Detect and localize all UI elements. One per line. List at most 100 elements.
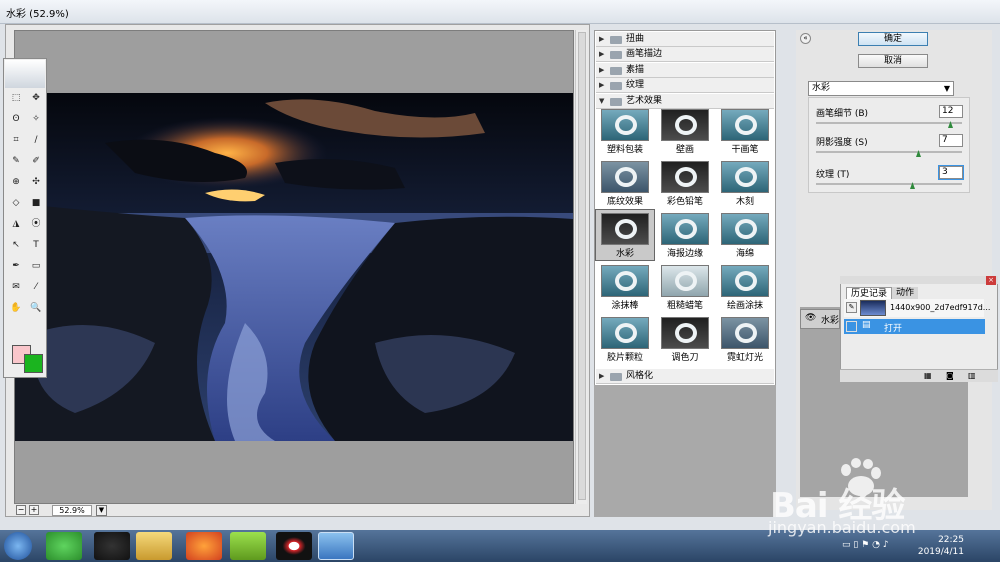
filter-thumbnail[interactable] xyxy=(661,161,709,193)
tool-icon[interactable]: ◇ xyxy=(7,196,25,210)
param-value-input[interactable]: 12 xyxy=(939,105,963,118)
tool-icon[interactable]: 🔍 xyxy=(27,301,45,315)
filter-label[interactable]: 壁画 xyxy=(657,142,713,155)
tool-icon[interactable]: ⦿ xyxy=(27,217,45,231)
tray-icons[interactable]: ▭ ▯ ⚑ ◔ ♪ xyxy=(842,540,912,552)
filter-label[interactable]: 干画笔 xyxy=(717,142,773,155)
zoom-dropdown-icon[interactable]: ▼ xyxy=(96,505,107,516)
expand-arrow-icon[interactable]: ▶ xyxy=(599,47,604,62)
expand-arrow-icon[interactable]: ▶ xyxy=(599,369,604,384)
effect-layer-row[interactable]: 👁 水彩 xyxy=(800,309,840,329)
tool-icon[interactable]: T xyxy=(27,238,45,252)
tool-icon[interactable]: ✐ xyxy=(27,154,45,168)
filter-label[interactable]: 海绵 xyxy=(717,246,773,259)
tool-icon[interactable]: ✒ xyxy=(7,259,25,273)
snapshot-source-icon[interactable]: ✎ xyxy=(846,302,857,313)
filter-thumbnail[interactable] xyxy=(661,265,709,297)
collapse-gallery-icon[interactable]: « xyxy=(800,33,811,44)
filter-select[interactable]: 水彩 ▼ xyxy=(808,81,954,96)
new-document-icon[interactable]: ▦ xyxy=(924,371,932,380)
filter-category[interactable]: ▼ 艺术效果 xyxy=(596,94,774,109)
taskbar-qq-icon[interactable] xyxy=(94,532,130,560)
filter-thumbnail[interactable] xyxy=(721,161,769,193)
param-value-input[interactable]: 7 xyxy=(939,134,963,147)
taskbar-firefox-icon[interactable] xyxy=(186,532,222,560)
filter-label[interactable]: 海报边缘 xyxy=(657,246,713,259)
filter-label[interactable]: 底纹效果 xyxy=(597,194,653,207)
filter-label[interactable]: 彩色铅笔 xyxy=(657,194,713,207)
param-slider[interactable] xyxy=(816,151,962,153)
history-panel-titlebar[interactable] xyxy=(840,276,998,284)
filter-thumbnail[interactable] xyxy=(601,317,649,349)
tab-actions[interactable]: 动作 xyxy=(892,287,919,299)
tool-icon[interactable]: ⌗ xyxy=(7,133,25,147)
tool-icon[interactable]: ▭ xyxy=(27,259,45,273)
filter-category[interactable]: ▶ 扭曲 xyxy=(596,32,774,47)
history-brush-checkbox[interactable] xyxy=(846,321,857,332)
eye-icon[interactable]: 👁 xyxy=(805,313,816,323)
tool-icon[interactable]: ■ xyxy=(27,196,45,210)
filter-label[interactable]: 胶片颗粒 xyxy=(597,350,653,363)
filter-category[interactable]: ▶ 纹理 xyxy=(596,78,774,93)
expand-arrow-icon[interactable]: ▼ xyxy=(599,94,604,109)
tab-history[interactable]: 历史记录 xyxy=(846,287,893,299)
filter-category[interactable]: ▶ 素描 xyxy=(596,63,774,78)
tool-icon[interactable]: ✎ xyxy=(7,154,25,168)
tool-icon[interactable]: ⬚ xyxy=(7,91,25,105)
taskbar-photoshop-icon[interactable] xyxy=(318,532,354,560)
filter-label[interactable]: 霓虹灯光 xyxy=(717,350,773,363)
filter-thumbnail[interactable] xyxy=(721,265,769,297)
zoom-level[interactable]: 52.9% xyxy=(52,505,92,516)
filter-label[interactable]: 涂抹棒 xyxy=(597,298,653,311)
trash-icon[interactable]: ▥ xyxy=(968,371,976,380)
expand-arrow-icon[interactable]: ▶ xyxy=(599,32,604,47)
filter-label[interactable]: 调色刀 xyxy=(657,350,713,363)
tool-icon[interactable]: ⁄ xyxy=(27,280,45,294)
ok-button[interactable]: 确定 xyxy=(858,32,928,46)
zoom-out-button[interactable]: − xyxy=(16,505,26,515)
close-icon[interactable]: × xyxy=(986,276,996,285)
filter-thumbnail[interactable] xyxy=(601,161,649,193)
param-value-input[interactable]: 3 xyxy=(938,165,964,180)
tool-icon[interactable]: ✣ xyxy=(27,175,45,189)
filter-category[interactable]: ▶ 风格化 xyxy=(596,369,774,384)
filter-thumbnail[interactable] xyxy=(601,265,649,297)
tool-icon[interactable]: ʘ xyxy=(7,112,25,126)
zoom-in-button[interactable]: + xyxy=(29,505,39,515)
tool-icon[interactable]: ✧ xyxy=(27,112,45,126)
background-color-swatch[interactable] xyxy=(24,354,43,373)
tool-icon[interactable]: ⊕ xyxy=(7,175,25,189)
tool-icon[interactable]: ✉ xyxy=(7,280,25,294)
filter-thumbnail[interactable] xyxy=(661,213,709,245)
filter-thumbnail[interactable] xyxy=(721,213,769,245)
preview-vertical-scrollbar[interactable] xyxy=(575,30,587,504)
filter-thumbnail[interactable] xyxy=(661,317,709,349)
tool-icon[interactable]: ↖ xyxy=(7,238,25,252)
taskbar-media-icon[interactable] xyxy=(230,532,266,560)
taskbar-recorder-icon[interactable] xyxy=(276,532,312,560)
filter-thumbnail[interactable] xyxy=(661,109,709,141)
start-button[interactable] xyxy=(4,532,32,560)
taskbar-explorer-icon[interactable] xyxy=(136,532,172,560)
snapshot-icon[interactable]: ◙ xyxy=(946,371,954,380)
filter-thumbnail[interactable] xyxy=(721,317,769,349)
filter-thumbnail[interactable] xyxy=(601,213,649,245)
taskbar-browser-icon[interactable] xyxy=(46,532,82,560)
filter-label[interactable]: 粗糙蜡笔 xyxy=(657,298,713,311)
filter-label[interactable]: 塑料包装 xyxy=(597,142,653,155)
cancel-button[interactable]: 取消 xyxy=(858,54,928,68)
history-snapshot[interactable]: ✎ 1440x900_2d7edf917d... xyxy=(844,299,990,317)
tool-icon[interactable]: ✋ xyxy=(7,301,25,315)
filter-label[interactable]: 木刻 xyxy=(717,194,773,207)
filter-thumbnail[interactable] xyxy=(721,109,769,141)
filter-category[interactable]: ▶ 画笔描边 xyxy=(596,47,774,62)
scrollbar-thumb[interactable] xyxy=(578,32,586,500)
filter-label[interactable]: 绘画涂抹 xyxy=(717,298,773,311)
filter-label[interactable]: 水彩 xyxy=(597,246,653,259)
expand-arrow-icon[interactable]: ▶ xyxy=(599,63,604,78)
tool-icon[interactable]: ∕ xyxy=(27,133,45,147)
param-slider[interactable] xyxy=(816,122,962,124)
tool-icon[interactable]: ◮ xyxy=(7,217,25,231)
window-title-bar[interactable]: 水彩 (52.9%) xyxy=(0,0,1000,24)
expand-arrow-icon[interactable]: ▶ xyxy=(599,78,604,93)
